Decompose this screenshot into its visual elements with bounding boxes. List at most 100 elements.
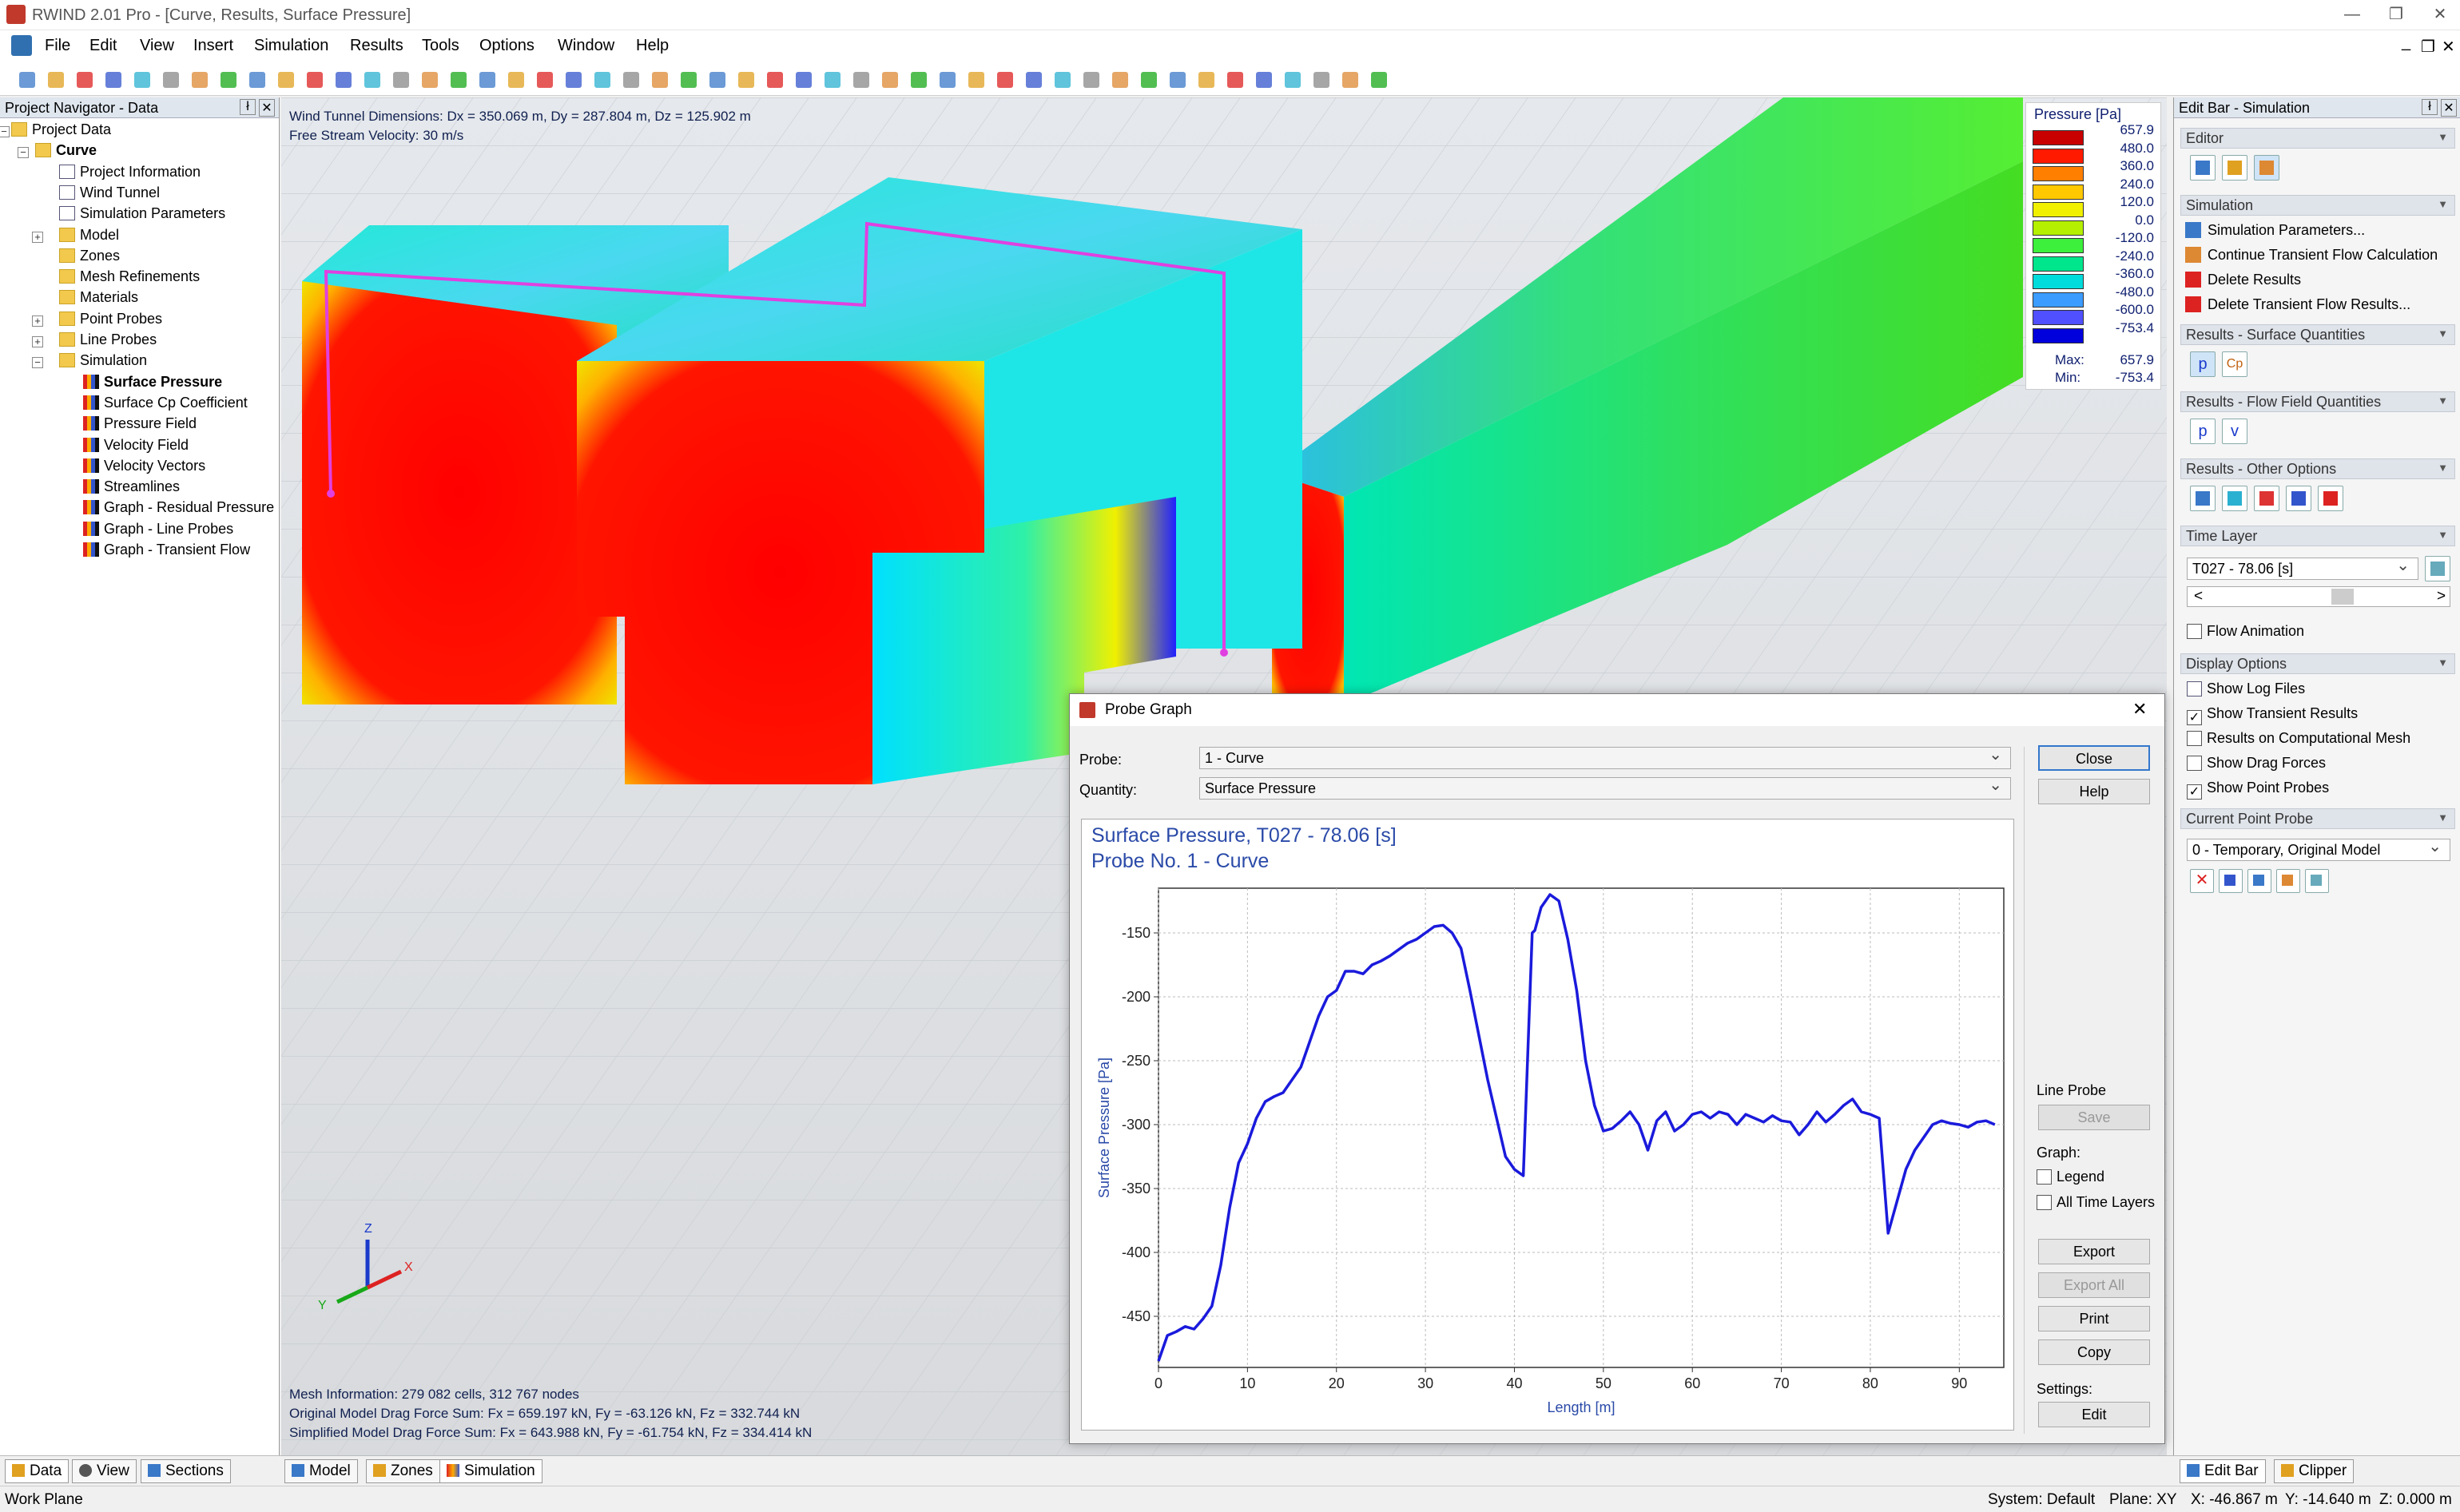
inner-minimize-button[interactable]: _ <box>2402 34 2410 52</box>
scroll-right-icon[interactable]: > <box>2437 588 2446 605</box>
tree-item-surface-cp-coefficient[interactable]: Surface Cp Coefficient <box>83 395 248 415</box>
delete-probe-icon[interactable]: ✕ <box>2190 869 2214 893</box>
tree-item-wind-tunnel[interactable]: Wind Tunnel <box>59 185 160 205</box>
probe-graph-icon[interactable] <box>2276 869 2300 893</box>
tree-item-project-information[interactable]: Project Information <box>59 164 201 185</box>
legend-checkbox[interactable]: Legend <box>2037 1169 2104 1185</box>
toolbar-button-icon[interactable] <box>992 67 1016 91</box>
cp-icon[interactable]: Cp <box>2222 351 2247 377</box>
toolbar-button-icon[interactable] <box>187 67 211 91</box>
tree-item-line-probes[interactable]: Line Probes <box>59 331 157 352</box>
section-current-probe[interactable]: Current Point Probe <box>2180 808 2455 829</box>
graph-icon[interactable] <box>2254 486 2279 511</box>
tree-item-project-data[interactable]: Project Data <box>11 121 111 142</box>
tab-view[interactable]: View <box>72 1459 137 1483</box>
minimize-button[interactable]: — <box>2341 3 2363 26</box>
toolbar-button-icon[interactable] <box>129 67 153 91</box>
export-all-button[interactable]: Export All <box>2038 1272 2150 1298</box>
section-other-options[interactable]: Results - Other Options <box>2180 458 2455 479</box>
layers-icon[interactable] <box>2222 486 2247 511</box>
scroll-left-icon[interactable]: < <box>2194 588 2203 605</box>
toolbar-button-icon[interactable] <box>1194 67 1218 91</box>
toolbar-button-icon[interactable] <box>331 67 355 91</box>
pin-icon[interactable]: ł <box>240 99 256 115</box>
expander-icon[interactable]: + <box>32 231 43 243</box>
streamline-icon[interactable] <box>2190 486 2216 511</box>
tree-item-model[interactable]: Model <box>59 227 119 248</box>
expander-icon[interactable]: − <box>18 147 29 159</box>
toolbar-button-icon[interactable] <box>647 67 671 91</box>
section-editor[interactable]: Editor <box>2180 128 2455 149</box>
tab-sections[interactable]: Sections <box>141 1459 231 1483</box>
menu-simulation[interactable]: Simulation <box>254 37 328 55</box>
expander-icon[interactable]: + <box>32 315 43 327</box>
toolbar-button-icon[interactable] <box>475 67 499 91</box>
tree-item-velocity-vectors[interactable]: Velocity Vectors <box>83 458 205 478</box>
toolbar-button-icon[interactable] <box>360 67 384 91</box>
expander-icon[interactable]: − <box>32 357 43 369</box>
editor-icon-2[interactable] <box>2222 155 2247 181</box>
toolbar-button-icon[interactable] <box>43 67 67 91</box>
display-option-show-transient-results[interactable]: ✓ Show Transient Results <box>2187 705 2358 725</box>
toolbar-button-icon[interactable] <box>388 67 412 91</box>
toolbar-button-icon[interactable] <box>820 67 844 91</box>
toolbar-button-icon[interactable] <box>532 67 556 91</box>
inner-restore-button[interactable]: ❐ <box>2421 37 2435 57</box>
wind-icon[interactable] <box>2318 486 2343 511</box>
pressure-icon[interactable]: p <box>2190 351 2216 377</box>
toolbar-button-icon[interactable] <box>1222 67 1246 91</box>
toolbar-button-icon[interactable] <box>14 67 38 91</box>
toolbar-button-icon[interactable] <box>1251 67 1275 91</box>
tree-item-streamlines[interactable]: Streamlines <box>83 478 180 499</box>
pin-icon[interactable]: ł <box>2422 99 2438 115</box>
close-button[interactable]: Close <box>2038 745 2150 771</box>
sim-parameters-item[interactable]: Simulation Parameters... <box>2185 222 2365 239</box>
time-layer-select[interactable]: T027 - 78.06 [s] <box>2187 555 2418 580</box>
tree-item-zones[interactable]: Zones <box>59 248 120 268</box>
close-icon[interactable]: ✕ <box>259 99 275 117</box>
restore-button[interactable]: ❐ <box>2385 3 2407 26</box>
toolbar-button-icon[interactable] <box>1309 67 1333 91</box>
tree-item-simulation-parameters[interactable]: Simulation Parameters <box>59 205 225 226</box>
tab-model[interactable]: Model <box>284 1459 358 1483</box>
continue-transient-item[interactable]: Continue Transient Flow Calculation <box>2185 247 2438 264</box>
expander-icon[interactable]: + <box>32 336 43 347</box>
toolbar-button-icon[interactable] <box>733 67 757 91</box>
current-probe-select[interactable]: 0 - Temporary, Original Model <box>2187 836 2450 861</box>
toolbar-button-icon[interactable] <box>877 67 901 91</box>
tree-item-graph-residual-pressure[interactable]: Graph - Residual Pressure <box>83 499 274 520</box>
all-time-layers-checkbox[interactable]: All Time Layers <box>2037 1194 2155 1211</box>
dialog-close-icon[interactable]: ✕ <box>2132 699 2147 720</box>
tab-edit-bar[interactable]: Edit Bar <box>2180 1459 2266 1483</box>
toolbar-button-icon[interactable] <box>906 67 930 91</box>
pick-probe-icon[interactable] <box>2219 869 2243 893</box>
time-scrollbar[interactable]: < > <box>2187 586 2450 607</box>
editor-icon-3[interactable] <box>2254 155 2279 181</box>
tree-item-surface-pressure[interactable]: Surface Pressure <box>83 374 222 395</box>
save-probe-icon[interactable] <box>2247 869 2271 893</box>
menu-file[interactable]: File <box>45 37 70 55</box>
toolbar-button-icon[interactable] <box>1107 67 1131 91</box>
expander-icon[interactable]: − <box>0 126 10 137</box>
table-icon[interactable] <box>2286 486 2311 511</box>
tree-item-materials[interactable]: Materials <box>59 289 138 310</box>
tree-item-graph-transient-flow[interactable]: Graph - Transient Flow <box>83 542 250 562</box>
menu-options[interactable]: Options <box>479 37 535 55</box>
menu-edit[interactable]: Edit <box>89 37 117 55</box>
tab-data[interactable]: Data <box>5 1459 70 1483</box>
section-flow-quantities[interactable]: Results - Flow Field Quantities <box>2180 391 2455 412</box>
toolbar-button-icon[interactable] <box>561 67 585 91</box>
menu-results[interactable]: Results <box>350 37 403 55</box>
toolbar-button-icon[interactable] <box>417 67 441 91</box>
toolbar-button-icon[interactable] <box>1021 67 1045 91</box>
probe-settings-icon[interactable] <box>2305 869 2329 893</box>
section-surface-quantities[interactable]: Results - Surface Quantities <box>2180 324 2455 345</box>
inner-close-button[interactable]: ✕ <box>2442 37 2455 57</box>
tab-clipper[interactable]: Clipper <box>2274 1459 2355 1483</box>
document-icon[interactable] <box>11 35 32 56</box>
toolbar-button-icon[interactable] <box>158 67 182 91</box>
print-button[interactable]: Print <box>2038 1306 2150 1331</box>
probe-select[interactable]: 1 - Curve <box>1199 744 2011 769</box>
delete-results-item[interactable]: Delete Results <box>2185 272 2301 288</box>
toolbar-button-icon[interactable] <box>244 67 268 91</box>
